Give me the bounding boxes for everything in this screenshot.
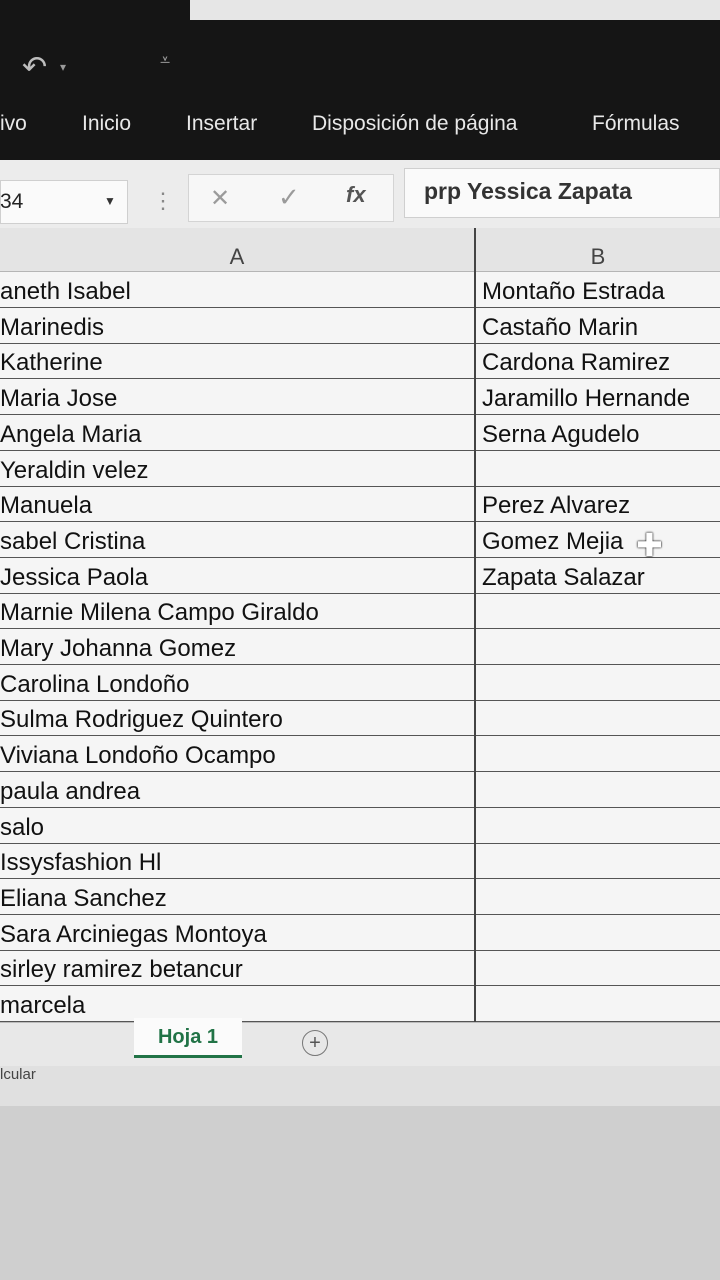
- table-row[interactable]: Yeraldin velez: [0, 451, 720, 487]
- cell-cursor-icon: ✚: [636, 527, 663, 563]
- table-row[interactable]: Carolina Londoño: [0, 665, 720, 701]
- cell-b[interactable]: Cardona Ramirez: [482, 349, 670, 377]
- formula-bar-handle-icon[interactable]: ⋮: [152, 188, 174, 214]
- table-row[interactable]: Jessica Paola Zapata Salazar: [0, 558, 720, 594]
- table-row[interactable]: Sara Arciniegas Montoya: [0, 915, 720, 951]
- column-header-b[interactable]: B: [476, 228, 720, 272]
- table-row[interactable]: aneth Isabel Montaño Estrada: [0, 272, 720, 308]
- table-row[interactable]: Marnie Milena Campo Giraldo: [0, 593, 720, 630]
- cell-a[interactable]: Mary Johanna Gomez: [0, 635, 236, 663]
- cell-a[interactable]: salo: [0, 814, 44, 842]
- sheet-tab-bar: [0, 1022, 720, 1069]
- title-bar: [0, 0, 720, 160]
- table-row[interactable]: sabel Cristina Gomez Mejia: [0, 522, 720, 558]
- table-row[interactable]: paula andrea: [0, 772, 720, 808]
- add-sheet-icon[interactable]: +: [302, 1030, 328, 1056]
- cell-a[interactable]: Carolina Londoño: [0, 671, 189, 699]
- cell-a[interactable]: Marinedis: [0, 314, 104, 342]
- cell-a[interactable]: Manuela: [0, 492, 92, 520]
- cell-a[interactable]: Sara Arciniegas Montoya: [0, 921, 267, 949]
- tab-formulas[interactable]: Fórmulas: [592, 112, 680, 136]
- enter-icon[interactable]: ✓: [278, 182, 300, 213]
- sheet-tab-hoja-1[interactable]: Hoja 1: [134, 1018, 242, 1058]
- table-row[interactable]: Marinedis Castaño Marin: [0, 308, 720, 344]
- window-edge: [190, 0, 720, 20]
- undo-dropdown-icon[interactable]: ▾: [60, 60, 66, 74]
- cell-b[interactable]: Perez Alvarez: [482, 492, 630, 520]
- cell-a[interactable]: Angela Maria: [0, 421, 141, 449]
- table-row[interactable]: marcela: [0, 986, 720, 1022]
- status-bar: [0, 1066, 720, 1106]
- cell-a[interactable]: Marnie Milena Campo Giraldo: [0, 599, 319, 627]
- table-row[interactable]: Eliana Sanchez: [0, 879, 720, 915]
- tab-inicio[interactable]: Inicio: [82, 112, 131, 136]
- cell-a[interactable]: sabel Cristina: [0, 528, 145, 556]
- status-text: lcular: [0, 1066, 36, 1083]
- cell-b[interactable]: Serna Agudelo: [482, 421, 639, 449]
- name-box-value: 34: [0, 190, 24, 213]
- cell-a[interactable]: sirley ramirez betancur: [0, 956, 243, 984]
- desk-surface: [0, 1106, 720, 1280]
- table-row[interactable]: Maria Jose Jaramillo Hernande: [0, 379, 720, 416]
- table-row[interactable]: Angela Maria Serna Agudelo: [0, 415, 720, 451]
- table-row[interactable]: salo: [0, 808, 720, 844]
- cancel-icon[interactable]: ✕: [210, 184, 230, 213]
- cell-b[interactable]: Zapata Salazar: [482, 564, 645, 592]
- undo-icon[interactable]: ↶: [22, 50, 47, 85]
- insert-function-icon[interactable]: fx: [346, 182, 366, 208]
- tab-disposicion[interactable]: Disposición de página: [312, 112, 517, 136]
- cell-a[interactable]: Eliana Sanchez: [0, 885, 167, 913]
- cell-a[interactable]: Jessica Paola: [0, 564, 148, 592]
- column-divider: [474, 228, 476, 1022]
- cell-a[interactable]: marcela: [0, 992, 85, 1020]
- customize-qat-icon[interactable]: ⩡: [160, 50, 170, 71]
- cell-a[interactable]: Maria Jose: [0, 385, 117, 413]
- table-row[interactable]: sirley ramirez betancur: [0, 950, 720, 987]
- cell-a[interactable]: Viviana Londoño Ocampo: [0, 742, 276, 770]
- tab-insertar[interactable]: Insertar: [186, 112, 257, 136]
- table-row[interactable]: Issysfashion Hl: [0, 843, 720, 880]
- cell-b[interactable]: Jaramillo Hernande: [482, 385, 690, 413]
- table-row[interactable]: Mary Johanna Gomez: [0, 629, 720, 665]
- table-row[interactable]: Sulma Rodriguez Quintero: [0, 700, 720, 737]
- cell-b[interactable]: Castaño Marin: [482, 314, 638, 342]
- table-row[interactable]: Viviana Londoño Ocampo: [0, 736, 720, 773]
- cell-a[interactable]: Sulma Rodriguez Quintero: [0, 706, 283, 734]
- tab-archivo[interactable]: ivo: [0, 112, 27, 136]
- table-row[interactable]: Katherine Cardona Ramirez: [0, 343, 720, 380]
- name-box-dropdown-icon[interactable]: ▼: [104, 194, 116, 208]
- cell-b[interactable]: Montaño Estrada: [482, 278, 665, 306]
- cell-a[interactable]: Katherine: [0, 349, 103, 377]
- formula-content: prp Yessica Zapata: [424, 178, 632, 204]
- cell-grid[interactable]: aneth Isabel Montaño Estrada Marinedis Cast…: [0, 272, 720, 1022]
- column-header-a[interactable]: A: [0, 228, 474, 272]
- table-row[interactable]: Manuela Perez Alvarez: [0, 486, 720, 523]
- cell-b[interactable]: Gomez Mejia: [482, 528, 623, 556]
- cell-a[interactable]: Issysfashion Hl: [0, 849, 161, 877]
- cell-a[interactable]: Yeraldin velez: [0, 457, 149, 485]
- cell-a[interactable]: aneth Isabel: [0, 278, 131, 306]
- cell-a[interactable]: paula andrea: [0, 778, 140, 806]
